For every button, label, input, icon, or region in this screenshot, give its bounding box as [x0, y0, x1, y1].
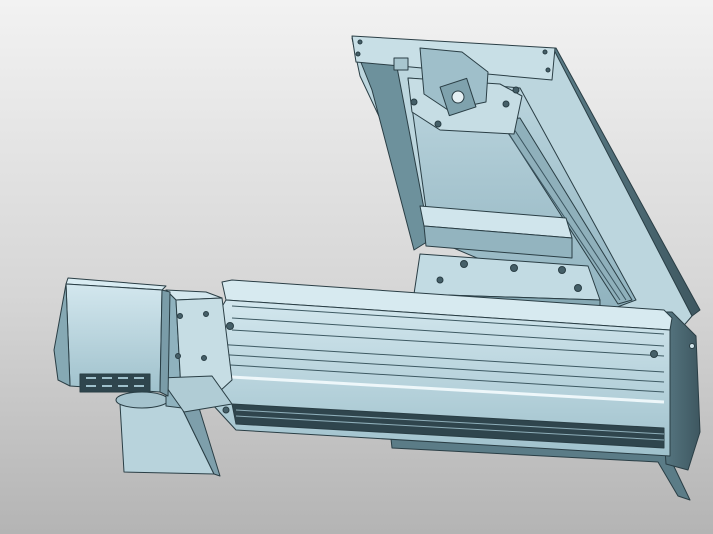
screw	[545, 67, 551, 73]
cad-3d-viewport[interactable]	[0, 0, 713, 534]
screw	[510, 264, 518, 272]
bracket-lens-mount	[115, 391, 169, 409]
motor-shaft-icon	[451, 90, 465, 104]
screw	[434, 120, 442, 128]
screw	[357, 39, 363, 45]
coupling-block[interactable]	[159, 289, 233, 413]
screw	[410, 98, 418, 106]
screw	[177, 313, 183, 319]
screw	[203, 311, 209, 317]
screw	[689, 343, 695, 349]
cad-model-render[interactable]	[0, 0, 713, 534]
screw	[558, 266, 566, 274]
screw	[175, 353, 181, 359]
x-axis-aluminum-profile[interactable]	[211, 279, 701, 501]
screw	[201, 355, 207, 361]
screw	[542, 49, 548, 55]
screw	[574, 284, 582, 292]
motor-connector	[393, 57, 409, 71]
galvo-vent-grille	[79, 373, 151, 393]
screw	[226, 322, 234, 330]
screw	[502, 100, 510, 108]
screw	[460, 260, 468, 268]
galvo-scan-head[interactable]	[53, 277, 171, 397]
screw	[355, 51, 361, 57]
galvo-right-face	[159, 289, 171, 397]
screw	[650, 350, 658, 358]
screw	[222, 406, 230, 414]
screw	[436, 276, 444, 284]
screw	[512, 86, 520, 94]
